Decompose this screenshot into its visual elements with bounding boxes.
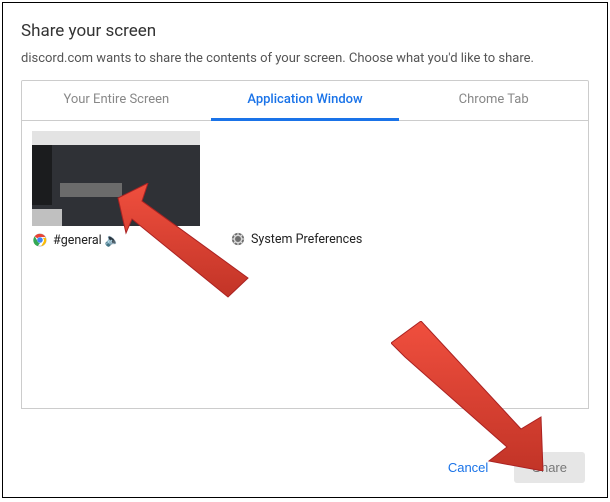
dialog-subtitle: discord.com wants to share the contents … [21, 51, 589, 66]
app-caption: #general 🔈 [32, 232, 200, 248]
dialog-footer: Cancel Share [430, 452, 585, 483]
tabbar: Your Entire Screen Application Window Ch… [21, 80, 589, 121]
share-button[interactable]: Share [514, 452, 585, 483]
tab-entire-screen[interactable]: Your Entire Screen [22, 81, 211, 121]
app-item-general[interactable]: #general 🔈 [32, 131, 200, 248]
chrome-icon [32, 232, 48, 248]
cancel-button[interactable]: Cancel [430, 452, 506, 483]
app-item-system-preferences[interactable]: System Preferences [230, 231, 410, 248]
tab-chrome-tab[interactable]: Chrome Tab [399, 81, 588, 121]
dialog-title: Share your screen [21, 21, 589, 41]
app-thumbnail [32, 131, 200, 226]
app-caption: System Preferences [230, 231, 410, 247]
gear-icon [230, 231, 246, 247]
app-label: #general 🔈 [53, 233, 120, 248]
tab-application-window[interactable]: Application Window [211, 81, 400, 121]
dialog: Share your screen discord.com wants to s… [2, 2, 608, 498]
app-panel: #general 🔈 Sys [21, 121, 589, 409]
app-label: System Preferences [251, 232, 362, 247]
